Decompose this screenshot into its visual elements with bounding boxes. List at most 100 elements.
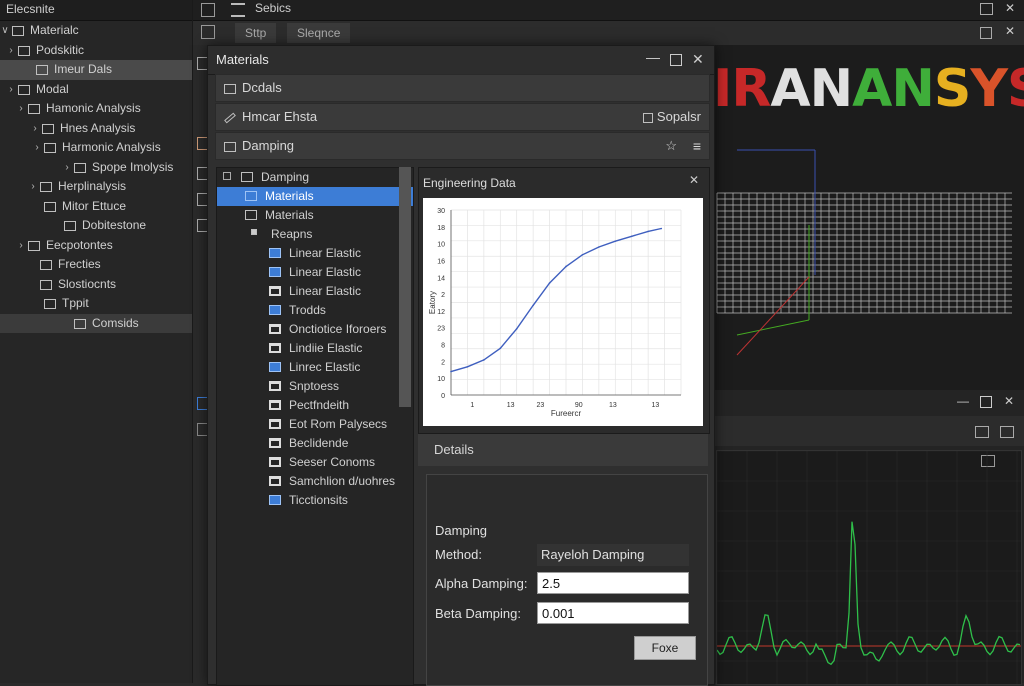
engineering-data-title: Engineering Data [423,176,516,190]
material-tree-item[interactable]: Beclidende [217,434,413,453]
tree-item[interactable]: ∨ Materialc [0,21,192,41]
tree-item[interactable]: › Hnes Analysis [0,119,192,139]
list-icon[interactable]: ≡ [693,133,701,159]
tree-item[interactable]: Slostiocnts [0,275,192,295]
layout-icon[interactable] [201,25,215,39]
close-tab-icon[interactable]: ✕ [1005,24,1015,38]
material-tree-item[interactable]: Seeser Conoms [217,453,413,472]
material-tree-label: Samchlion d/uohres [289,474,396,488]
tree-item[interactable]: Frecties [0,255,192,275]
section-damping[interactable]: Damping ☆ ≡ [215,132,710,160]
logo-part-s2: S [1007,59,1024,119]
settings-icon[interactable] [975,426,989,438]
export-icon[interactable] [1000,426,1014,438]
result-toolbar [712,416,1024,446]
minimize-icon[interactable]: — [646,49,660,65]
material-tree-item[interactable]: Pectfndeith [217,396,413,415]
section-material-action[interactable]: Sopalsr [642,104,701,130]
tree-item[interactable]: › Harmonic Analysis [0,138,192,158]
chevron-right-icon[interactable]: › [30,119,40,139]
chevron-right-icon[interactable]: › [6,80,16,100]
tree-scrollbar[interactable] [399,167,411,407]
material-tree-item[interactable]: Samchlion d/uohres [217,472,413,491]
material-tree-label: Materials [265,208,314,222]
copy-icon [642,112,653,123]
x-tick-label: 90 [575,402,583,409]
chevron-right-icon[interactable]: › [16,236,26,256]
tree-item[interactable]: Tppit [0,294,192,314]
minimize-icon[interactable]: — [957,394,969,408]
close-icon[interactable]: ✕ [692,51,704,68]
materials-dialog[interactable]: Materials — ✕ Dcdals Hmcar Ehsta Sopalsr… [207,45,715,686]
maximize-icon[interactable] [670,54,682,66]
chevron-right-icon[interactable]: › [28,177,38,197]
response-plot[interactable] [716,450,1022,685]
material-tree-item[interactable]: Lindiie Elastic [217,339,413,358]
star-icon[interactable]: ☆ [665,133,677,159]
collapse-icon[interactable] [223,172,231,180]
chevron-right-icon[interactable]: › [62,158,72,178]
data-point [466,365,469,368]
close-icon[interactable]: ✕ [1005,1,1015,15]
tree-item[interactable]: › Podskitic [0,41,192,61]
close-icon[interactable]: ✕ [1004,394,1014,408]
data-point [614,240,617,242]
tree-item[interactable]: › Modal [0,80,192,100]
material-tree-item[interactable]: Materials [217,206,413,225]
engineering-data-panel: Engineering Data ✕ 30 18 10 16 14 2 12 23 8 2 10 0 1… [418,167,710,434]
grid-icon[interactable] [980,27,992,39]
pencil-icon [224,112,236,123]
alpha-label: Alpha Damping: [435,576,528,591]
material-tree-item[interactable]: Reapns [217,225,413,244]
tree-item[interactable]: › Spope Imolysis [0,158,192,178]
tree-item[interactable]: Mitor Ettuce [0,197,192,217]
chevron-down-icon[interactable]: ∨ [0,21,10,41]
y-tick-label: 30 [437,208,445,215]
tab-sequence[interactable]: Sleqnce [287,23,351,43]
material-tree-item[interactable]: Linrec Elastic [217,358,413,377]
maximize-icon[interactable] [980,396,992,408]
material-tree-item[interactable]: Eot Rom Palysecs [217,415,413,434]
logo-part-y: Y [970,59,1008,119]
alpha-damping-input[interactable]: 2.5 [537,572,689,594]
material-tree-item[interactable]: Linear Elastic [217,263,413,282]
damping-group: Damping Method: Rayeloh Damping Alpha Da… [426,474,708,686]
tree-item[interactable]: Comsids [0,313,192,333]
section-details[interactable]: Dcdals [215,74,710,102]
section-material[interactable]: Hmcar Ehsta Sopalsr [215,103,710,131]
waveform [717,451,1021,684]
tab-setup[interactable]: Sttp [235,23,277,43]
chevron-right-icon[interactable]: › [32,138,42,158]
material-tree-item[interactable]: Ticctionsits [217,491,413,510]
material-tree-item[interactable]: Trodds [217,301,413,320]
material-tree-item[interactable]: Materials [217,187,413,206]
engineering-chart[interactable]: 30 18 10 16 14 2 12 23 8 2 10 0 1 13 23 90 13 13 Eatory Fur… [423,198,703,426]
menu-icon[interactable] [231,3,245,17]
chevron-right-icon[interactable]: › [6,41,16,61]
material-tree-item[interactable]: Snptoess [217,377,413,396]
beta-damping-input[interactable]: 0.001 [537,602,689,624]
property-icon [269,438,281,448]
material-tree-item[interactable]: Onctiotice Iforoers [217,320,413,339]
chevron-right-icon[interactable]: › [16,99,26,119]
method-dropdown[interactable]: Rayeloh Damping [537,544,689,566]
data-point [483,359,485,361]
restore-icon[interactable] [980,3,993,15]
tree-item[interactable]: › Hamonic Analysis [0,99,192,119]
property-icon [269,286,281,296]
close-icon[interactable]: ✕ [689,173,699,187]
bullet-icon [251,229,257,235]
tree-item[interactable]: Imeur Dals [0,60,192,80]
tree-item-label: Comsids [92,315,139,330]
material-tree-item[interactable]: Linear Elastic [217,244,413,263]
material-tree-item[interactable]: Damping [217,168,413,187]
tree-item[interactable]: › Herplinalysis [0,177,192,197]
tree-item[interactable]: Dobitestone [0,216,192,236]
apply-button[interactable]: Foxe [634,636,696,660]
material-tree-item[interactable]: Linear Elastic [217,282,413,301]
box-icon [241,172,253,182]
material-tree: Damping Materials Materials Reapns Linear El… [216,167,414,686]
material-tree-label: Seeser Conoms [289,455,376,469]
tree-item-label: Frecties [58,257,101,271]
tree-item[interactable]: › Eecpotontes [0,236,192,256]
